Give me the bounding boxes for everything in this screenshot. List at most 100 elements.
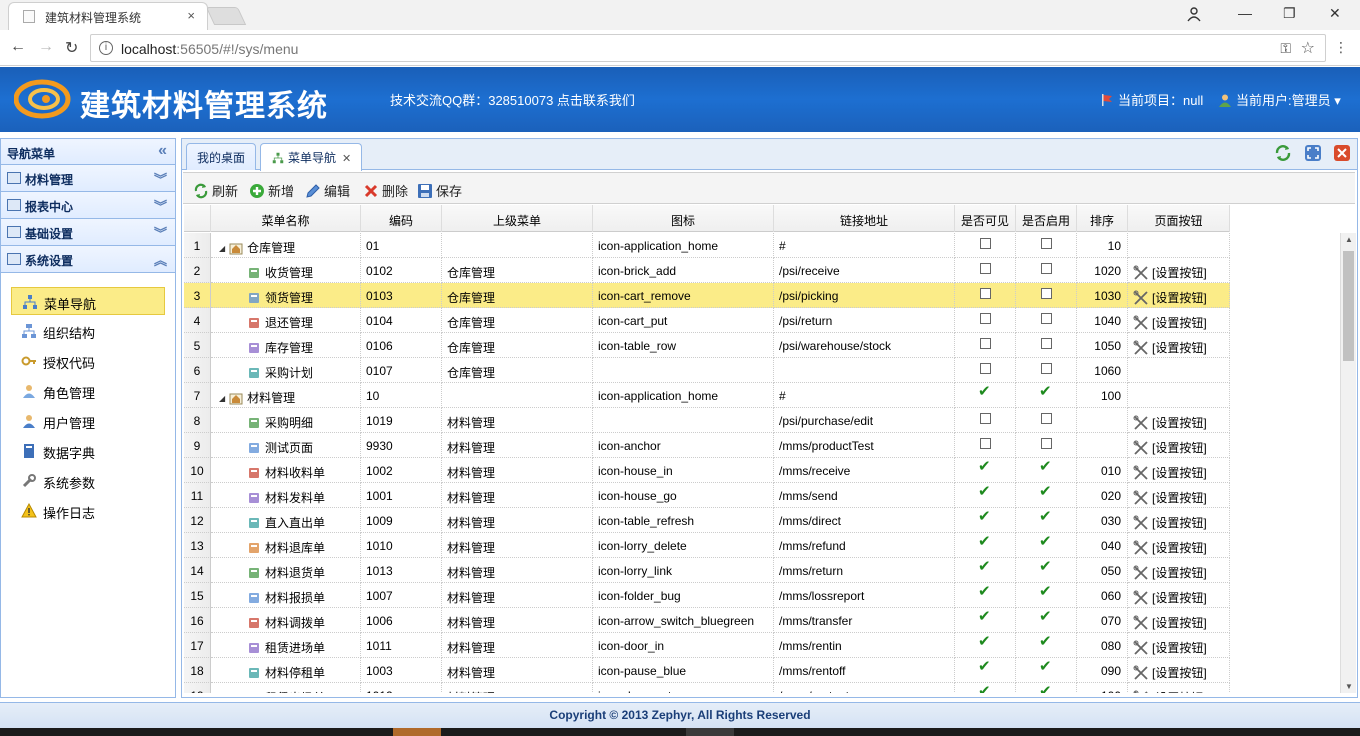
table-row[interactable]: 9 测试页面 9930 材料管理 icon-anchor/mms/productTest… [184,433,1230,458]
scrollbar-thumb[interactable] [1343,251,1354,361]
sidebar-item-org[interactable]: 组织结构 [11,317,165,345]
add-button[interactable]: 新增 [249,181,294,200]
forward-arrow-icon[interactable]: → [38,38,54,56]
cell-visible-checkbox[interactable]: ✔ [955,633,1016,658]
window-close-button[interactable]: ✕ [1329,5,1341,22]
table-row[interactable]: 18 材料停租单 1003 材料管理 icon-pause_blue/mms/rento… [184,658,1230,683]
set-buttons-link[interactable]: [设置按钮] [1133,640,1207,655]
cell-visible-checkbox[interactable]: ✔ [955,383,1016,408]
table-row[interactable]: 19租赁出场单1012材料管理icon-door_out/mms/rentout… [184,683,1230,693]
cell-visible-checkbox[interactable]: ✔ [955,458,1016,483]
sidebar-item-role[interactable]: 角色管理 [11,377,165,405]
table-row[interactable]: 15 材料报损单 1007 材料管理 icon-folder_bug/mms/lossr… [184,583,1230,608]
cell-visible-checkbox[interactable] [955,258,1016,283]
cell-enabled-checkbox[interactable] [1016,408,1077,433]
header-name[interactable]: 菜单名称 [211,205,361,232]
scroll-down-icon[interactable]: ▼ [1345,682,1353,691]
set-buttons-link[interactable]: [设置按钮] [1133,615,1207,630]
save-button[interactable]: 保存 [417,181,462,200]
taskbar-app[interactable] [393,728,441,736]
set-buttons-link[interactable]: [设置按钮] [1133,415,1207,430]
cell-visible-checkbox[interactable] [955,433,1016,458]
table-row[interactable]: 6 采购计划 0107 仓库管理 1060 [184,358,1230,383]
profile-icon[interactable] [1186,6,1202,22]
cell-visible-checkbox[interactable]: ✔ [955,558,1016,583]
edit-button[interactable]: 编辑 [305,181,350,200]
cell-visible-checkbox[interactable]: ✔ [955,533,1016,558]
table-row[interactable]: 2 收货管理 0102 仓库管理 icon-brick_add/psi/receive 1… [184,258,1230,283]
cell-enabled-checkbox[interactable]: ✔ [1016,458,1077,483]
tab-desktop[interactable]: 我的桌面 [186,143,257,170]
cell-enabled-checkbox[interactable]: ✔ [1016,508,1077,533]
delete-button[interactable]: 删除 [363,181,408,200]
sidebar-group-report[interactable]: 报表中心 ︾ [1,192,175,219]
header-visible[interactable]: 是否可见 [955,205,1016,232]
header-enabled[interactable]: 是否启用 [1016,205,1077,232]
table-row[interactable]: 16 材料调拨单 1006 材料管理 icon-arrow_switch_bluegre… [184,608,1230,633]
reload-icon[interactable]: ↻ [65,38,78,58]
close-tab-icon[interactable] [1333,144,1351,162]
fullscreen-icon[interactable] [1304,144,1322,162]
cell-enabled-checkbox[interactable] [1016,358,1077,383]
collapse-sidebar-icon[interactable]: « [158,142,167,160]
cell-visible-checkbox[interactable]: ✔ [955,658,1016,683]
sidebar-item-dictionary[interactable]: 数据字典 [11,437,165,465]
taskbar-app[interactable] [686,728,734,736]
cell-enabled-checkbox[interactable]: ✔ [1016,608,1077,633]
cell-visible-checkbox[interactable]: ✔ [955,683,1016,693]
sidebar-item-params[interactable]: 系统参数 [11,467,165,495]
grid-scrollbar[interactable]: ▲ ▼ [1340,233,1356,693]
site-info-icon[interactable]: i [99,41,113,55]
sidebar-item-log[interactable]: 操作日志 [11,497,165,525]
cell-enabled-checkbox[interactable]: ✔ [1016,658,1077,683]
cell-visible-checkbox[interactable] [955,408,1016,433]
cell-enabled-checkbox[interactable]: ✔ [1016,633,1077,658]
chevron-down-icon[interactable]: ︾ [154,169,167,188]
sidebar-group-basic[interactable]: 基础设置 ︾ [1,219,175,246]
cell-enabled-checkbox[interactable]: ✔ [1016,683,1077,693]
cell-enabled-checkbox[interactable] [1016,433,1077,458]
table-row[interactable]: 13 材料退库单 1010 材料管理 icon-lorry_delete/mms/ref… [184,533,1230,558]
cell-visible-checkbox[interactable]: ✔ [955,483,1016,508]
refresh-button[interactable]: 刷新 [193,181,238,200]
header-sort[interactable]: 排序 [1077,205,1128,232]
tab-close-icon[interactable]: × [187,8,195,23]
table-row[interactable]: 4 退还管理 0104 仓库管理 icon-cart_put/psi/return 104… [184,308,1230,333]
tree-expand-icon[interactable]: ◢ [219,394,225,403]
maximize-button[interactable]: ❐ [1283,5,1296,22]
tab-close-icon[interactable]: ✕ [342,153,351,165]
table-row[interactable]: 10 材料收料单 1002 材料管理 icon-house_in/mms/receive… [184,458,1230,483]
cell-visible-checkbox[interactable]: ✔ [955,583,1016,608]
cell-visible-checkbox[interactable] [955,333,1016,358]
table-row[interactable]: 7 ◢ 材料管理 10 icon-application_home # ✔ ✔ 100 [184,383,1230,408]
table-row[interactable]: 1 ◢ 仓库管理 01 icon-application_home #10 [184,233,1230,258]
cell-enabled-checkbox[interactable]: ✔ [1016,558,1077,583]
set-buttons-link[interactable]: [设置按钮] [1133,465,1207,480]
cell-visible-checkbox[interactable]: ✔ [955,608,1016,633]
sidebar-item-menu-nav[interactable]: 菜单导航 [11,287,165,315]
new-tab-button[interactable] [205,7,247,25]
current-project[interactable]: 当前项目：null [1100,90,1203,109]
chevron-down-icon[interactable]: ︾ [154,196,167,215]
cell-enabled-checkbox[interactable] [1016,333,1077,358]
sidebar-group-material[interactable]: 材料管理 ︾ [1,165,175,192]
user-dropdown-icon[interactable]: ▾ [1334,93,1341,108]
table-row[interactable]: 12 直入直出单 1009 材料管理 icon-table_refresh/mms/di… [184,508,1230,533]
cell-enabled-checkbox[interactable] [1016,258,1077,283]
cell-visible-checkbox[interactable] [955,283,1016,308]
cell-enabled-checkbox[interactable] [1016,308,1077,333]
sidebar-item-user[interactable]: 用户管理 [11,407,165,435]
table-row[interactable]: 14 材料退货单 1013 材料管理 icon-lorry_link/mms/retur… [184,558,1230,583]
bookmark-star-icon[interactable]: ☆ [1301,38,1315,58]
set-buttons-link[interactable]: [设置按钮] [1133,665,1207,680]
header-parent[interactable]: 上级菜单 [442,205,593,232]
header-url[interactable]: 链接地址 [774,205,955,232]
set-buttons-link[interactable]: [设置按钮] [1133,540,1207,555]
tab-menu-nav[interactable]: 菜单导航 ✕ [260,143,363,171]
set-buttons-link[interactable]: [设置按钮] [1133,315,1207,330]
set-buttons-link[interactable]: [设置按钮] [1133,340,1207,355]
set-buttons-link[interactable]: [设置按钮] [1133,490,1207,505]
cell-enabled-checkbox[interactable]: ✔ [1016,533,1077,558]
set-buttons-link[interactable]: [设置按钮] [1133,690,1207,693]
cell-enabled-checkbox[interactable] [1016,283,1077,308]
